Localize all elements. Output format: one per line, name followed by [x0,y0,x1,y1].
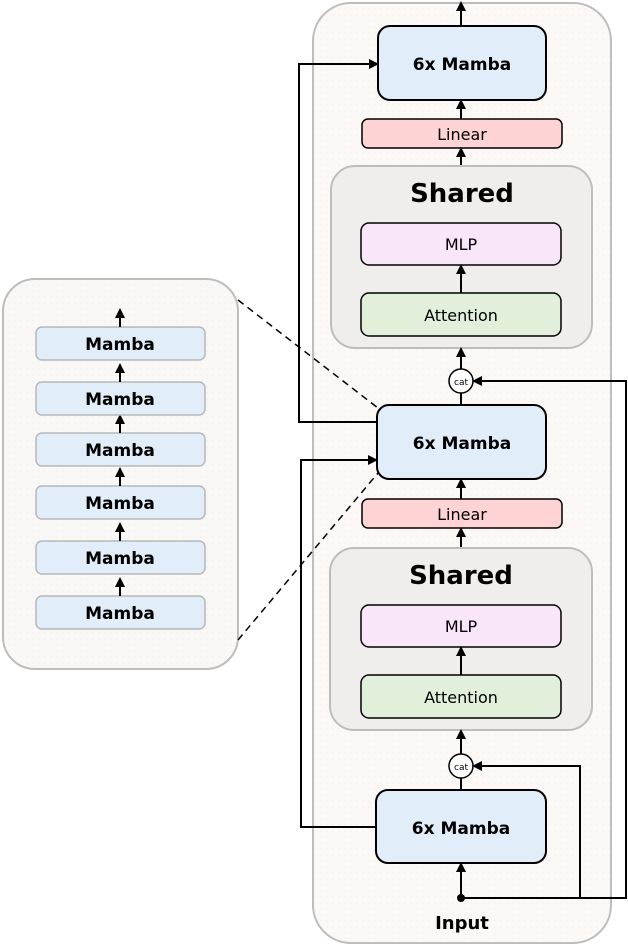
linear-block-bottom-label: Linear [437,505,487,524]
expanded-mamba-layer[interactable]: Mamba [35,432,206,467]
mamba-block-top-label: 6x Mamba [413,55,511,75]
expanded-mamba-layer-label: Mamba [85,494,155,514]
shared-block-top-title: Shared [410,179,514,209]
input-label: Input [435,913,489,934]
mlp-block-bottom[interactable]: MLP [360,604,562,648]
expanded-mamba-layer[interactable]: Mamba [35,595,206,630]
linear-block-top-label: Linear [437,125,487,144]
concat-node-top-label: cat [454,378,468,388]
expanded-mamba-layer-label: Mamba [85,549,155,569]
concat-node-top: cat [448,368,474,394]
shared-block-bottom-title: Shared [409,561,513,591]
mamba-block-middle[interactable]: 6x Mamba [376,404,547,480]
linear-block-bottom[interactable]: Linear [361,498,563,529]
concat-node-bottom: cat [448,753,474,779]
expanded-mamba-layer-label: Mamba [85,390,155,410]
expanded-mamba-layer-label: Mamba [85,335,155,355]
expanded-mamba-layer[interactable]: Mamba [35,381,206,416]
mamba-block-bottom-label: 6x Mamba [412,819,510,839]
attention-block-bottom[interactable]: Attention [360,674,562,719]
expanded-mamba-layer[interactable]: Mamba [35,485,206,520]
mlp-block-bottom-label: MLP [445,617,478,636]
expanded-mamba-layer[interactable]: Mamba [35,326,206,361]
mlp-block-top-label: MLP [445,235,478,254]
shared-block-bottom[interactable]: Shared MLP Attention [329,547,593,731]
mamba-block-middle-label: 6x Mamba [413,434,511,454]
shared-block-top[interactable]: Shared MLP Attention [330,165,593,349]
expanded-mamba-layer-label: Mamba [85,441,155,461]
linear-block-top[interactable]: Linear [361,118,563,149]
expanded-mamba-layer-label: Mamba [85,604,155,624]
mamba-block-top[interactable]: 6x Mamba [377,25,547,101]
mamba-block-bottom[interactable]: 6x Mamba [375,789,547,864]
hybrid-architecture-diagram: 6x Mamba Linear Shared MLP Attention cat… [2,1,627,944]
attention-block-bottom-label: Attention [424,688,498,707]
attention-block-top-label: Attention [424,306,498,325]
concat-node-bottom-label: cat [454,763,468,773]
expanded-mamba-layer[interactable]: Mamba [35,540,206,575]
attention-block-top[interactable]: Attention [360,292,562,337]
mlp-block-top[interactable]: MLP [360,222,562,266]
